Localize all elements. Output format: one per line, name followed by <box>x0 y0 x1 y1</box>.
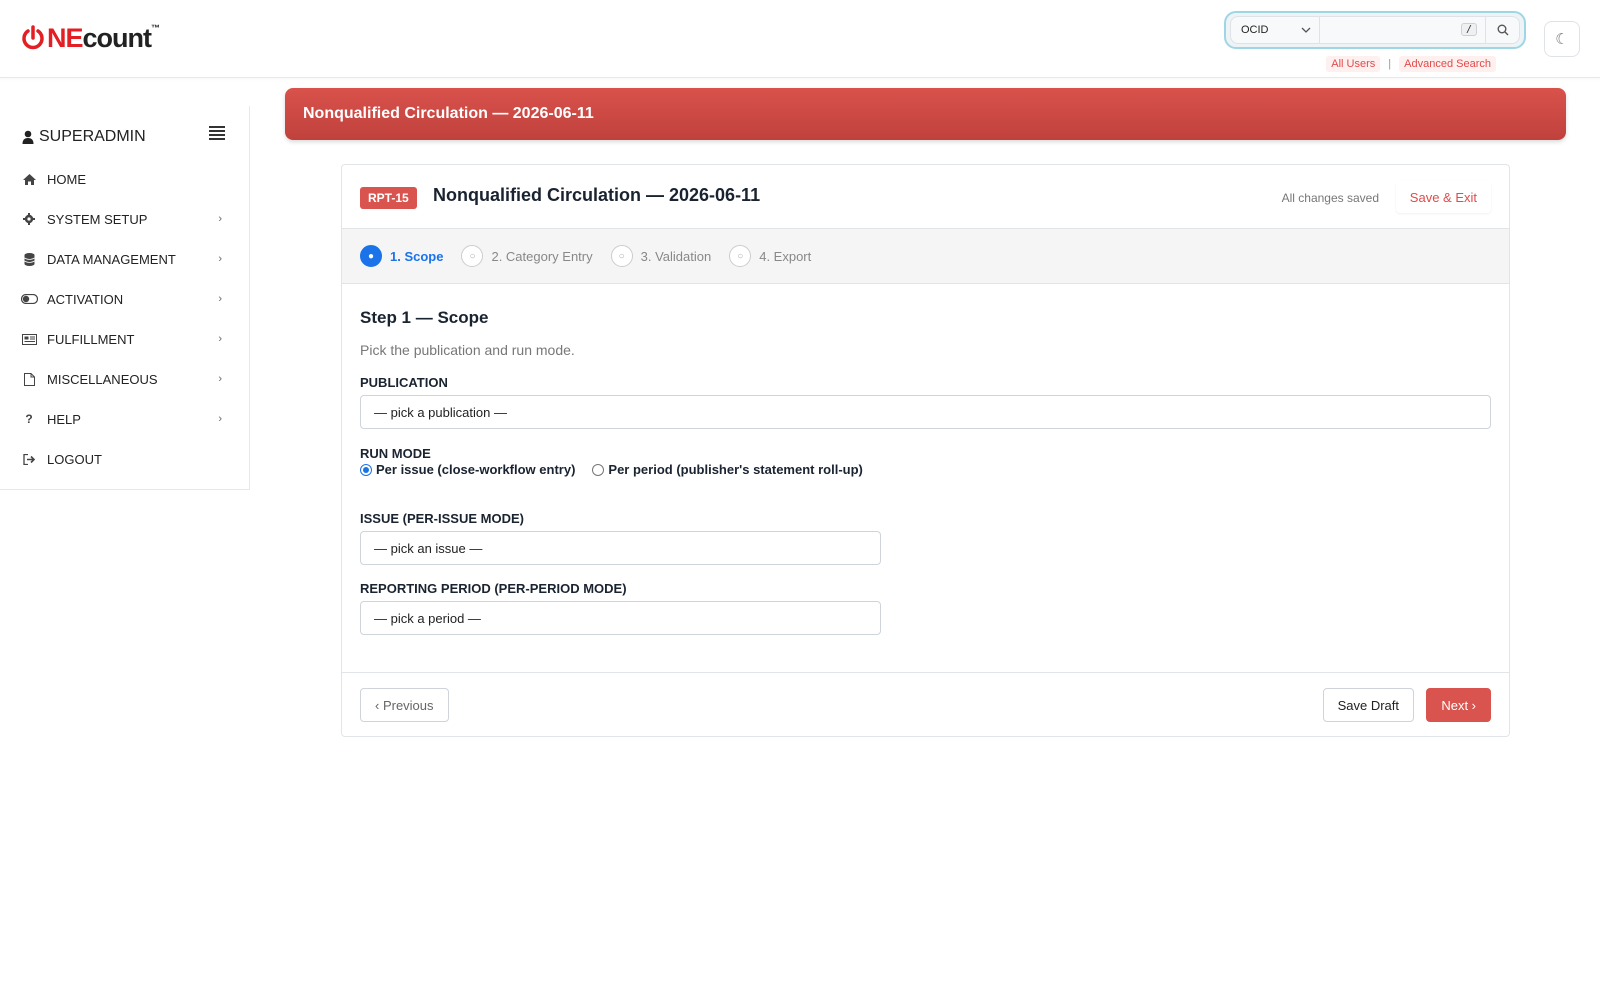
logo-one-text: NE <box>47 22 84 53</box>
step-label: 4. Export <box>759 248 812 264</box>
sign-out-icon <box>20 452 38 466</box>
sidebar-item-label: LOGOUT <box>47 451 102 467</box>
chevron-down-icon <box>1301 27 1311 33</box>
power-icon <box>22 25 44 50</box>
reporting-period-select-value: — pick a period — <box>374 610 481 626</box>
sidebar-item-label: SYSTEM SETUP <box>47 211 148 227</box>
gear-icon <box>20 212 38 226</box>
sidebar-item-data-management[interactable]: DATA MANAGEMENT › <box>20 239 228 279</box>
search-icon <box>1497 24 1508 36</box>
radio-button[interactable] <box>592 463 605 476</box>
question-icon: ? <box>25 412 33 426</box>
home-icon <box>20 172 38 186</box>
step-scope[interactable]: ● 1. Scope <box>360 245 443 267</box>
file-icon <box>20 372 38 386</box>
sidebar-item-activation[interactable]: ACTIVATION › <box>20 279 228 319</box>
logo-trademark: ™ <box>151 23 161 33</box>
link-separator: | <box>1388 58 1392 70</box>
step-label: 2. Category Entry <box>491 248 593 264</box>
previous-button[interactable]: ‹ Previous <box>360 688 449 722</box>
user-icon <box>22 130 34 144</box>
theme-toggle-button[interactable]: ☾ <box>1544 21 1580 57</box>
radio-button-checked[interactable] <box>360 463 372 476</box>
step-indicator-icon: ○ <box>729 245 752 267</box>
top-bar: NE count ™ OCID / All Users | Advanced S… <box>0 0 1600 78</box>
radio-label: Per issue (close-workflow entry) <box>376 462 576 477</box>
step-indicator-icon: ● <box>360 245 382 267</box>
step-category-entry[interactable]: ○ 2. Category Entry <box>461 245 593 267</box>
moon-icon: ☾ <box>1555 31 1569 48</box>
run-mode-label: RUN MODE <box>360 446 431 461</box>
step-label: 1. Scope <box>390 248 444 264</box>
step-export[interactable]: ○ 4. Export <box>729 245 811 267</box>
sidebar-item-label: HOME <box>47 171 86 187</box>
search-bar: OCID / <box>1224 11 1526 49</box>
card-title: Nonqualified Circulation — 2026-06-11 <box>433 185 761 205</box>
save-draft-button[interactable]: Save Draft <box>1322 688 1414 722</box>
step-heading: Step 1 — Scope <box>360 308 489 327</box>
advanced-search-link[interactable]: Advanced Search <box>1399 56 1496 72</box>
onecount-logo[interactable]: NE count ™ <box>20 22 160 54</box>
run-mode-radio-group: Per issue (close-workflow entry) Per per… <box>360 462 880 477</box>
sidebar-item-label: FULFILLMENT <box>47 331 135 347</box>
publication-select[interactable]: — pick a publication — <box>360 395 1491 429</box>
step-description: Pick the publication and run mode. <box>360 342 575 358</box>
issue-select-value: — pick an issue — <box>374 540 483 556</box>
save-status: All changes saved <box>1281 191 1379 205</box>
reporting-period-select[interactable]: — pick a period — <box>360 601 881 635</box>
wizard-steps: ● 1. Scope ○ 2. Category Entry ○ 3. Vali… <box>342 229 1509 284</box>
search-button[interactable] <box>1486 16 1520 44</box>
chevron-right-icon: › <box>218 333 222 345</box>
chevron-right-icon: › <box>218 413 222 425</box>
search-links: All Users | Advanced Search <box>1326 56 1496 72</box>
step-label: 3. Validation <box>640 248 712 264</box>
issue-label: ISSUE (PER-ISSUE MODE) <box>360 511 524 526</box>
step-validation[interactable]: ○ 3. Validation <box>610 245 712 267</box>
chevron-right-icon: › <box>218 373 222 385</box>
sidebar-toggle-icon[interactable] <box>209 126 225 140</box>
sidebar-item-label: MISCELLANEOUS <box>47 371 158 387</box>
sidebar-item-system-setup[interactable]: SYSTEM SETUP › <box>20 199 228 239</box>
sidebar-item-home[interactable]: HOME <box>20 159 228 199</box>
search-scope-value: OCID <box>1241 24 1269 36</box>
run-mode-per-issue[interactable]: Per issue (close-workflow entry) <box>360 462 575 477</box>
chevron-right-icon: › <box>218 253 222 265</box>
sidebar-item-logout[interactable]: LOGOUT <box>20 439 228 479</box>
newspaper-icon <box>20 332 38 346</box>
reporting-period-label: REPORTING PERIOD (PER-PERIOD MODE) <box>360 581 627 596</box>
save-exit-button[interactable]: Save & Exit <box>1395 181 1491 213</box>
step-indicator-icon: ○ <box>610 245 633 267</box>
publication-label: PUBLICATION <box>360 375 448 390</box>
search-input[interactable]: / <box>1320 16 1486 44</box>
report-code-badge: RPT-15 <box>360 187 417 209</box>
sidebar-user-name: SUPERADMIN <box>39 128 146 145</box>
sidebar-item-fulfillment[interactable]: FULFILLMENT › <box>20 319 228 359</box>
database-icon <box>20 252 38 266</box>
all-users-link[interactable]: All Users <box>1326 56 1381 72</box>
run-mode-per-period[interactable]: Per period (publisher's statement roll-u… <box>592 462 863 477</box>
issue-select[interactable]: — pick an issue — <box>360 531 881 565</box>
chevron-right-icon: › <box>218 213 222 225</box>
radio-label: Per period (publisher's statement roll-u… <box>608 462 863 477</box>
sidebar-user: SUPERADMIN <box>22 128 146 146</box>
sidebar-item-label: DATA MANAGEMENT <box>47 251 176 267</box>
sidebar-item-miscellaneous[interactable]: MISCELLANEOUS › <box>20 359 228 399</box>
search-scope-select[interactable]: OCID <box>1230 16 1320 44</box>
next-button[interactable]: Next › <box>1426 688 1491 722</box>
search-shortcut-key: / <box>1460 23 1477 36</box>
sidebar: SUPERADMIN HOME SYSTEM SETUP › DATA MANA… <box>0 106 250 490</box>
step-indicator-icon: ○ <box>461 245 484 267</box>
publication-select-value: — pick a publication — <box>374 404 507 420</box>
logo-count-text: count <box>82 22 152 53</box>
toggle-icon <box>20 292 38 306</box>
page-header-banner: Nonqualified Circulation — 2026-06-11 <box>285 88 1566 140</box>
chevron-right-icon: › <box>218 293 222 305</box>
card-footer: ‹ Previous Save Draft Next › <box>342 672 1509 736</box>
sidebar-item-label: HELP <box>47 411 81 427</box>
sidebar-item-help[interactable]: ? HELP › <box>20 399 228 439</box>
report-wizard-card: RPT-15 Nonqualified Circulation — 2026-0… <box>341 164 1510 737</box>
card-header: RPT-15 Nonqualified Circulation — 2026-0… <box>342 165 1509 229</box>
page-title: Nonqualified Circulation — 2026-06-11 <box>303 105 594 122</box>
sidebar-item-label: ACTIVATION <box>47 291 124 307</box>
